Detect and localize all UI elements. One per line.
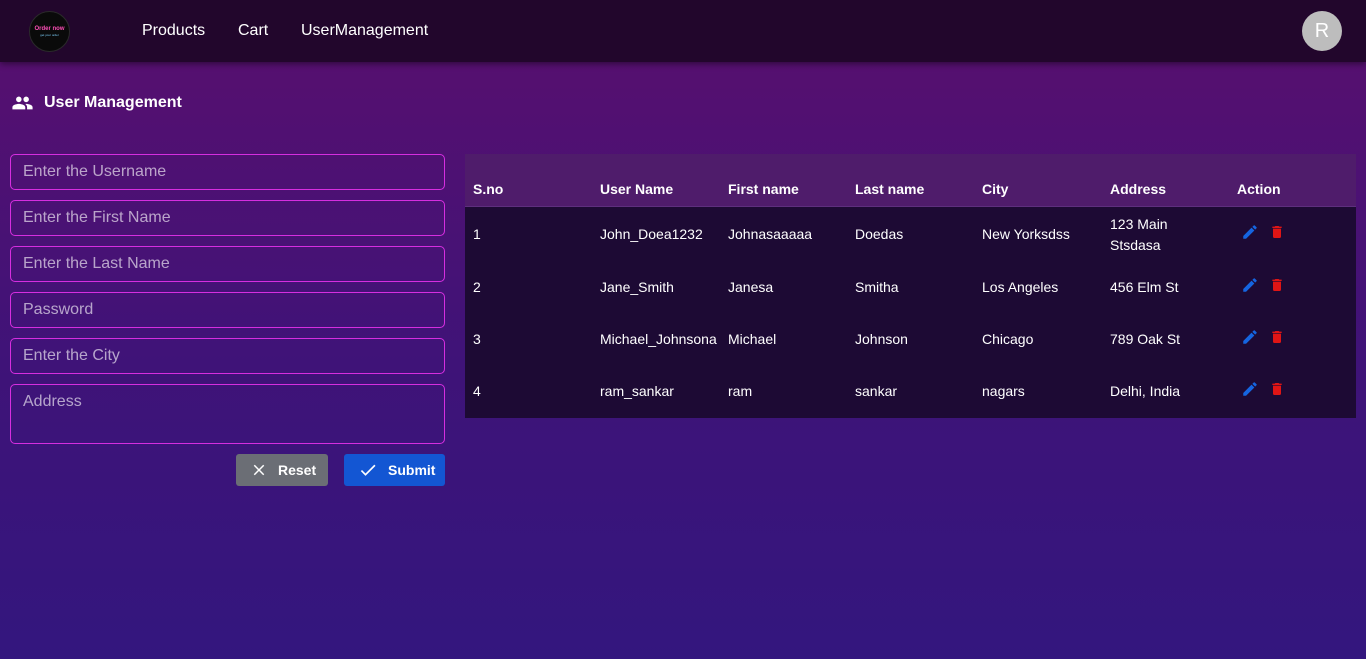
header-last-name: Last name xyxy=(855,181,925,197)
page-heading: User Management xyxy=(11,92,182,114)
delete-icon[interactable] xyxy=(1269,328,1285,346)
cell-first-name: Janesa xyxy=(728,279,774,295)
row-actions xyxy=(1241,276,1285,294)
nav-link-products[interactable]: Products xyxy=(142,21,205,40)
cell-last-name: sankar xyxy=(855,383,898,399)
cell-city: Chicago xyxy=(982,331,1034,347)
submit-button[interactable]: Submit xyxy=(344,454,445,486)
avatar[interactable]: R xyxy=(1302,11,1342,51)
close-icon xyxy=(253,464,265,476)
header-action: Action xyxy=(1237,181,1281,197)
cell-sno: 3 xyxy=(473,331,481,347)
cell-sno: 2 xyxy=(473,279,481,295)
cell-address: 789 Oak St xyxy=(1110,331,1181,347)
table-row: 1 John_Doea1232 Johnasaaaaa Doedas New Y… xyxy=(465,208,1356,261)
cell-sno: 4 xyxy=(473,383,481,399)
cell-username: Michael_Johnsona xyxy=(600,331,717,347)
table-row: 4 ram_sankar ram sankar nagars Delhi, In… xyxy=(465,365,1356,418)
table-row: 3 Michael_Johnsona Michael Johnson Chica… xyxy=(465,313,1356,365)
cell-last-name: Doedas xyxy=(855,226,904,242)
logo-subtext: get your order xyxy=(40,33,59,37)
header-city: City xyxy=(982,181,1009,197)
submit-label: Submit xyxy=(388,462,436,478)
check-icon xyxy=(360,464,376,476)
edit-icon[interactable] xyxy=(1241,223,1259,241)
last-name-input[interactable] xyxy=(10,246,445,282)
cell-city: Los Angeles xyxy=(982,279,1059,295)
reset-button[interactable]: Reset xyxy=(236,454,328,486)
nav-link-user-management[interactable]: UserManagement xyxy=(301,21,428,40)
cell-sno: 1 xyxy=(473,226,481,242)
edit-icon[interactable] xyxy=(1241,380,1259,398)
users-table: S.no User Name First name Last name City… xyxy=(465,154,1356,418)
row-actions xyxy=(1241,380,1285,398)
cell-first-name: ram xyxy=(728,383,753,399)
delete-icon[interactable] xyxy=(1269,380,1285,398)
header-username: User Name xyxy=(600,181,674,197)
table-row: 2 Jane_Smith Janesa Smitha Los Angeles 4… xyxy=(465,261,1356,313)
cell-city: nagars xyxy=(982,383,1025,399)
cell-username: ram_sankar xyxy=(600,383,674,399)
username-input[interactable] xyxy=(10,154,445,190)
address-textarea[interactable] xyxy=(10,384,445,444)
page-title: User Management xyxy=(44,94,182,111)
table-header: S.no User Name First name Last name City… xyxy=(465,154,1356,207)
cell-city: New Yorksdss xyxy=(982,226,1070,242)
cell-first-name: Michael xyxy=(728,331,777,347)
first-name-input[interactable] xyxy=(10,200,445,236)
top-navbar: Order now get your order Products Cart U… xyxy=(0,0,1366,62)
city-input[interactable] xyxy=(10,338,445,374)
edit-icon[interactable] xyxy=(1241,328,1259,346)
logo[interactable]: Order now get your order xyxy=(29,11,70,52)
delete-icon[interactable] xyxy=(1269,223,1285,241)
cell-address: 456 Elm St xyxy=(1110,279,1179,295)
header-address: Address xyxy=(1110,181,1167,197)
header-first-name: First name xyxy=(728,181,799,197)
cell-username: Jane_Smith xyxy=(600,279,674,295)
row-actions xyxy=(1241,328,1285,346)
nav-link-cart[interactable]: Cart xyxy=(238,21,268,40)
edit-icon[interactable] xyxy=(1241,276,1259,294)
cell-last-name: Johnson xyxy=(855,331,908,347)
cell-username: John_Doea1232 xyxy=(600,226,703,242)
cell-last-name: Smitha xyxy=(855,279,899,295)
cell-address-line2: Stsdasa xyxy=(1110,237,1161,253)
logo-text: Order now xyxy=(34,26,65,32)
reset-label: Reset xyxy=(278,462,317,478)
cell-address-line1: 123 Main xyxy=(1110,216,1168,232)
cell-first-name: Johnasaaaaa xyxy=(728,226,813,242)
cell-address: Delhi, India xyxy=(1110,383,1181,399)
people-icon xyxy=(12,96,33,110)
password-input[interactable] xyxy=(10,292,445,328)
delete-icon[interactable] xyxy=(1269,276,1285,294)
header-sno: S.no xyxy=(473,181,504,197)
row-actions xyxy=(1241,223,1285,241)
